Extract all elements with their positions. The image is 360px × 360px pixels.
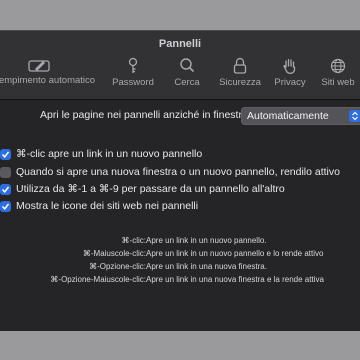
window-title: Pannelli (158, 38, 202, 50)
option-label: ⌘-clic apre un link in un nuovo pannello (16, 148, 203, 160)
shortcut-key: ⌘-Opzione-clic: (89, 262, 146, 271)
preferences-window: Pannelli Riempimento automatico Password… (0, 30, 360, 331)
tab-password-label: Password (112, 77, 154, 88)
shortcut-key: ⌘-Opzione-Maiuscole-clic: (50, 275, 146, 284)
search-icon (180, 58, 195, 73)
open-pages-label: Apri le pagine nei pannelli anziché in f… (40, 109, 251, 121)
toolbar: Pannelli Riempimento automatico Password… (0, 31, 360, 100)
open-pages-value: Automaticamente (247, 110, 329, 122)
tab-autofill-label: Riempimento automatico (0, 75, 96, 86)
chevron-updown-icon (349, 110, 360, 122)
checkbox-cmd-click[interactable] (0, 149, 11, 160)
tab-websites[interactable]: Siti web (314, 51, 360, 95)
option-label: Mostra le icone dei siti web nei pannell… (16, 200, 199, 212)
checkbox-show-icons[interactable] (0, 201, 11, 212)
hand-icon (283, 58, 296, 74)
key-icon (128, 57, 138, 73)
shortcut-desc: Apre un link in una nuova finestra e la … (146, 275, 324, 284)
lock-icon (233, 57, 247, 74)
checkmark-icon (1, 151, 10, 158)
tab-websites-label: Siti web (321, 77, 355, 88)
tab-search-label: Cerca (174, 77, 200, 88)
checkbox-cmd-numbers[interactable] (0, 184, 11, 195)
tab-password[interactable]: Password (105, 51, 161, 95)
tab-security[interactable]: Sicurezza (212, 51, 268, 95)
shortcut-desc: Apre un link in una nuova finestra. (146, 262, 267, 271)
autofill-icon (28, 60, 50, 72)
shortcut-key: ⌘-Maiuscole-clic: (82, 249, 146, 258)
tab-privacy[interactable]: Privacy (266, 51, 314, 95)
option-label: Quando si apre una nuova finestra o un n… (16, 166, 340, 178)
globe-icon (330, 58, 346, 74)
shortcut-desc: Apre un link in un nuovo pannello e lo r… (146, 249, 324, 258)
shortcut-key: ⌘-clic: (121, 236, 146, 245)
tab-search[interactable]: Cerca (164, 51, 210, 95)
checkmark-icon (1, 203, 10, 210)
checkmark-icon (1, 186, 10, 193)
tab-privacy-label: Privacy (274, 77, 306, 88)
tab-security-label: Sicurezza (219, 77, 261, 88)
open-pages-select[interactable]: Automaticamente (241, 107, 360, 125)
tab-autofill[interactable]: Riempimento automatico (0, 51, 96, 95)
option-label: Utilizza da ⌘-1 a ⌘-9 per passare da un … (16, 183, 285, 195)
checkbox-activate-new[interactable] (0, 167, 11, 178)
shortcut-desc: Apre un link in un nuovo pannello. (146, 236, 267, 245)
